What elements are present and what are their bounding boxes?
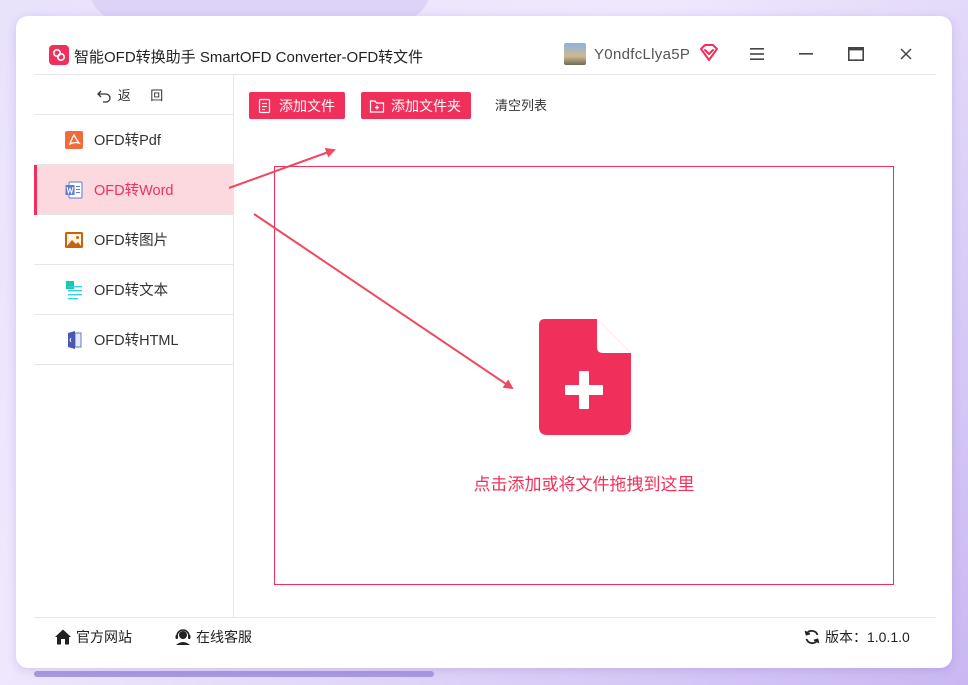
maximize-icon[interactable]: [844, 42, 868, 66]
official-website-label: 官方网站: [76, 629, 132, 645]
close-icon[interactable]: [894, 42, 918, 66]
clear-list-button[interactable]: 清空列表: [495, 92, 547, 119]
footer-divider: [34, 617, 936, 618]
back-button[interactable]: 返 回: [34, 75, 233, 115]
sidebar-item-label: OFD转Pdf: [94, 133, 161, 149]
file-dropzone[interactable]: 点击添加或将文件拖拽到这里: [274, 166, 894, 585]
title-bar[interactable]: 智能OFD转换助手 SmartOFD Converter-OFD转文件 Y0nd…: [16, 16, 952, 74]
add-folder-icon: [369, 99, 385, 113]
text-icon: [66, 280, 82, 299]
hamburger-icon[interactable]: [745, 42, 769, 66]
app-logo-icon: [49, 45, 69, 65]
file-add-icon: [539, 319, 631, 435]
add-folder-button[interactable]: 添加文件夹: [361, 92, 471, 119]
app-window: 智能OFD转换助手 SmartOFD Converter-OFD转文件 Y0nd…: [16, 16, 952, 668]
add-file-icon: [258, 98, 271, 113]
minimize-icon[interactable]: [794, 42, 818, 66]
version-info[interactable]: 版本：1.0.1.0: [804, 627, 910, 647]
background-shape-bottom: [34, 671, 434, 677]
sidebar-item-label: OFD转Word: [94, 183, 174, 199]
add-file-label: 添加文件: [279, 97, 335, 114]
headset-icon: [175, 629, 191, 645]
back-arrow-icon: [96, 90, 111, 103]
dropzone-hint: 点击添加或将文件拖拽到这里: [473, 475, 695, 494]
sidebar-item-label: OFD转HTML: [94, 333, 179, 349]
online-support-label: 在线客服: [196, 629, 252, 645]
pdf-icon: [65, 130, 83, 149]
sidebar-item-ofd-to-html[interactable]: OFD转HTML: [34, 315, 233, 365]
sidebar-item-label: OFD转图片: [94, 233, 169, 249]
vip-diamond-icon[interactable]: [698, 42, 720, 64]
word-icon: [65, 181, 83, 198]
online-support-link[interactable]: 在线客服: [174, 627, 252, 647]
home-icon: [55, 629, 71, 645]
sidebar: 返 回 OFD转Pdf OFD转Word OFD转图片 OFD转文本 OFD转H…: [34, 75, 234, 617]
sidebar-item-ofd-to-pdf[interactable]: OFD转Pdf: [34, 115, 233, 165]
sidebar-item-label: OFD转文本: [94, 283, 169, 299]
html-icon: [68, 330, 82, 349]
refresh-icon: [804, 629, 820, 645]
user-avatar[interactable]: [564, 43, 586, 65]
add-folder-label: 添加文件夹: [391, 97, 461, 114]
app-title: 智能OFD转换助手 SmartOFD Converter-OFD转文件: [74, 49, 424, 66]
add-file-button[interactable]: 添加文件: [249, 92, 345, 119]
sidebar-item-ofd-to-image[interactable]: OFD转图片: [34, 215, 233, 265]
back-label: 返 回: [117, 88, 172, 103]
username[interactable]: Y0ndfcLlya5P: [594, 46, 690, 63]
image-icon: [65, 231, 83, 248]
sidebar-item-ofd-to-word[interactable]: OFD转Word: [34, 165, 233, 215]
sidebar-item-ofd-to-text[interactable]: OFD转文本: [34, 265, 233, 315]
official-website-link[interactable]: 官方网站: [54, 627, 132, 647]
version-label: 版本：1.0.1.0: [825, 629, 910, 645]
